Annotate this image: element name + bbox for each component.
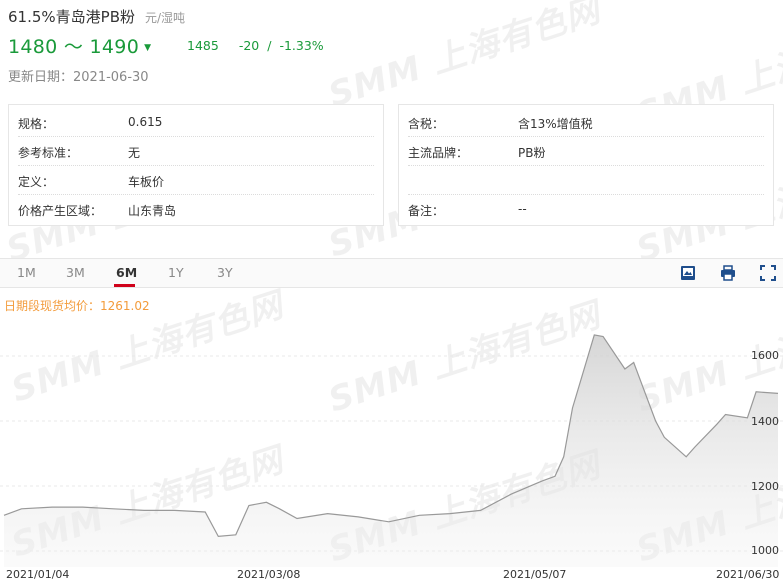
spec-key: 定义：	[18, 175, 55, 189]
image-download-icon[interactable]	[680, 265, 696, 281]
x-tick-label: 2021/03/08	[237, 568, 301, 581]
average-price: 1485	[187, 37, 219, 53]
x-tick-label: 2021/06/30	[716, 568, 780, 581]
spec-card-right: 含税： 含13%增值税 主流品牌： PB粉 备注： --	[398, 104, 774, 226]
spec-value: 0.615	[128, 115, 163, 129]
spec-row: 主流品牌： PB粉	[408, 136, 764, 166]
spec-row: 参考标准： 无	[18, 136, 374, 166]
down-arrow-icon: ▼	[144, 43, 152, 53]
fullscreen-icon[interactable]	[760, 265, 776, 281]
price-row: 1480 ～ 1490 ▼ 1485 -20 / -1.33%	[8, 32, 324, 58]
spec-key: 规格：	[18, 117, 55, 131]
print-icon[interactable]	[720, 265, 736, 281]
price-chart	[0, 334, 783, 567]
price-range: 1480 ～ 1490	[8, 35, 140, 58]
tab-3y[interactable]: 3Y	[217, 265, 233, 280]
y-tick-label: 1600	[751, 349, 779, 362]
change-separator: /	[267, 37, 272, 53]
spec-value: 山东青岛	[128, 204, 177, 218]
y-tick-label: 1200	[751, 480, 779, 493]
x-tick-label: 2021/05/07	[503, 568, 567, 581]
active-tab-indicator	[114, 284, 135, 287]
spec-row: 定义： 车板价	[18, 165, 374, 195]
spec-card-left: 规格： 0.615 参考标准： 无 定义： 车板价 价格产生区域： 山东青岛	[8, 104, 384, 226]
x-tick-label: 2021/01/04	[6, 568, 70, 581]
spec-key: 参考标准：	[18, 146, 79, 160]
spec-value: PB粉	[518, 146, 546, 160]
price-unit: 元/湿吨	[145, 11, 186, 25]
watermark: SMM 上海有色网	[323, 0, 606, 116]
product-title-row: 61.5%青岛港PB粉 元/湿吨	[8, 6, 185, 26]
tab-6m[interactable]: 6M	[116, 265, 137, 280]
spec-key: 备注：	[408, 204, 445, 218]
price-change: -20	[238, 37, 260, 53]
spec-key: 价格产生区域：	[18, 204, 103, 218]
y-tick-label: 1000	[751, 544, 779, 557]
price-change-percent: -1.33%	[279, 37, 324, 53]
spec-key: 主流品牌：	[408, 146, 469, 160]
tab-1y[interactable]: 1Y	[168, 265, 184, 280]
spec-value: 车板价	[128, 175, 165, 189]
tab-1m[interactable]: 1M	[17, 265, 36, 280]
spec-row	[408, 165, 764, 195]
spec-value: 无	[128, 146, 141, 160]
tab-3m[interactable]: 3M	[66, 265, 85, 280]
spec-key: 含税：	[408, 117, 445, 131]
spec-row: 含税： 含13%增值税	[408, 107, 764, 137]
y-tick-label: 1400	[751, 415, 779, 428]
spec-value: --	[518, 202, 527, 216]
spec-row: 备注： --	[408, 194, 764, 223]
update-date: 更新日期：2021-06-30	[8, 70, 149, 85]
product-title: 61.5%青岛港PB粉	[8, 8, 135, 26]
spec-value: 含13%增值税	[518, 117, 593, 131]
chart-toolbar: 1M 3M 6M 1Y 3Y	[0, 258, 783, 288]
spec-row: 价格产生区域： 山东青岛	[18, 194, 374, 223]
series-area	[4, 334, 778, 567]
spec-row: 规格： 0.615	[18, 107, 374, 137]
